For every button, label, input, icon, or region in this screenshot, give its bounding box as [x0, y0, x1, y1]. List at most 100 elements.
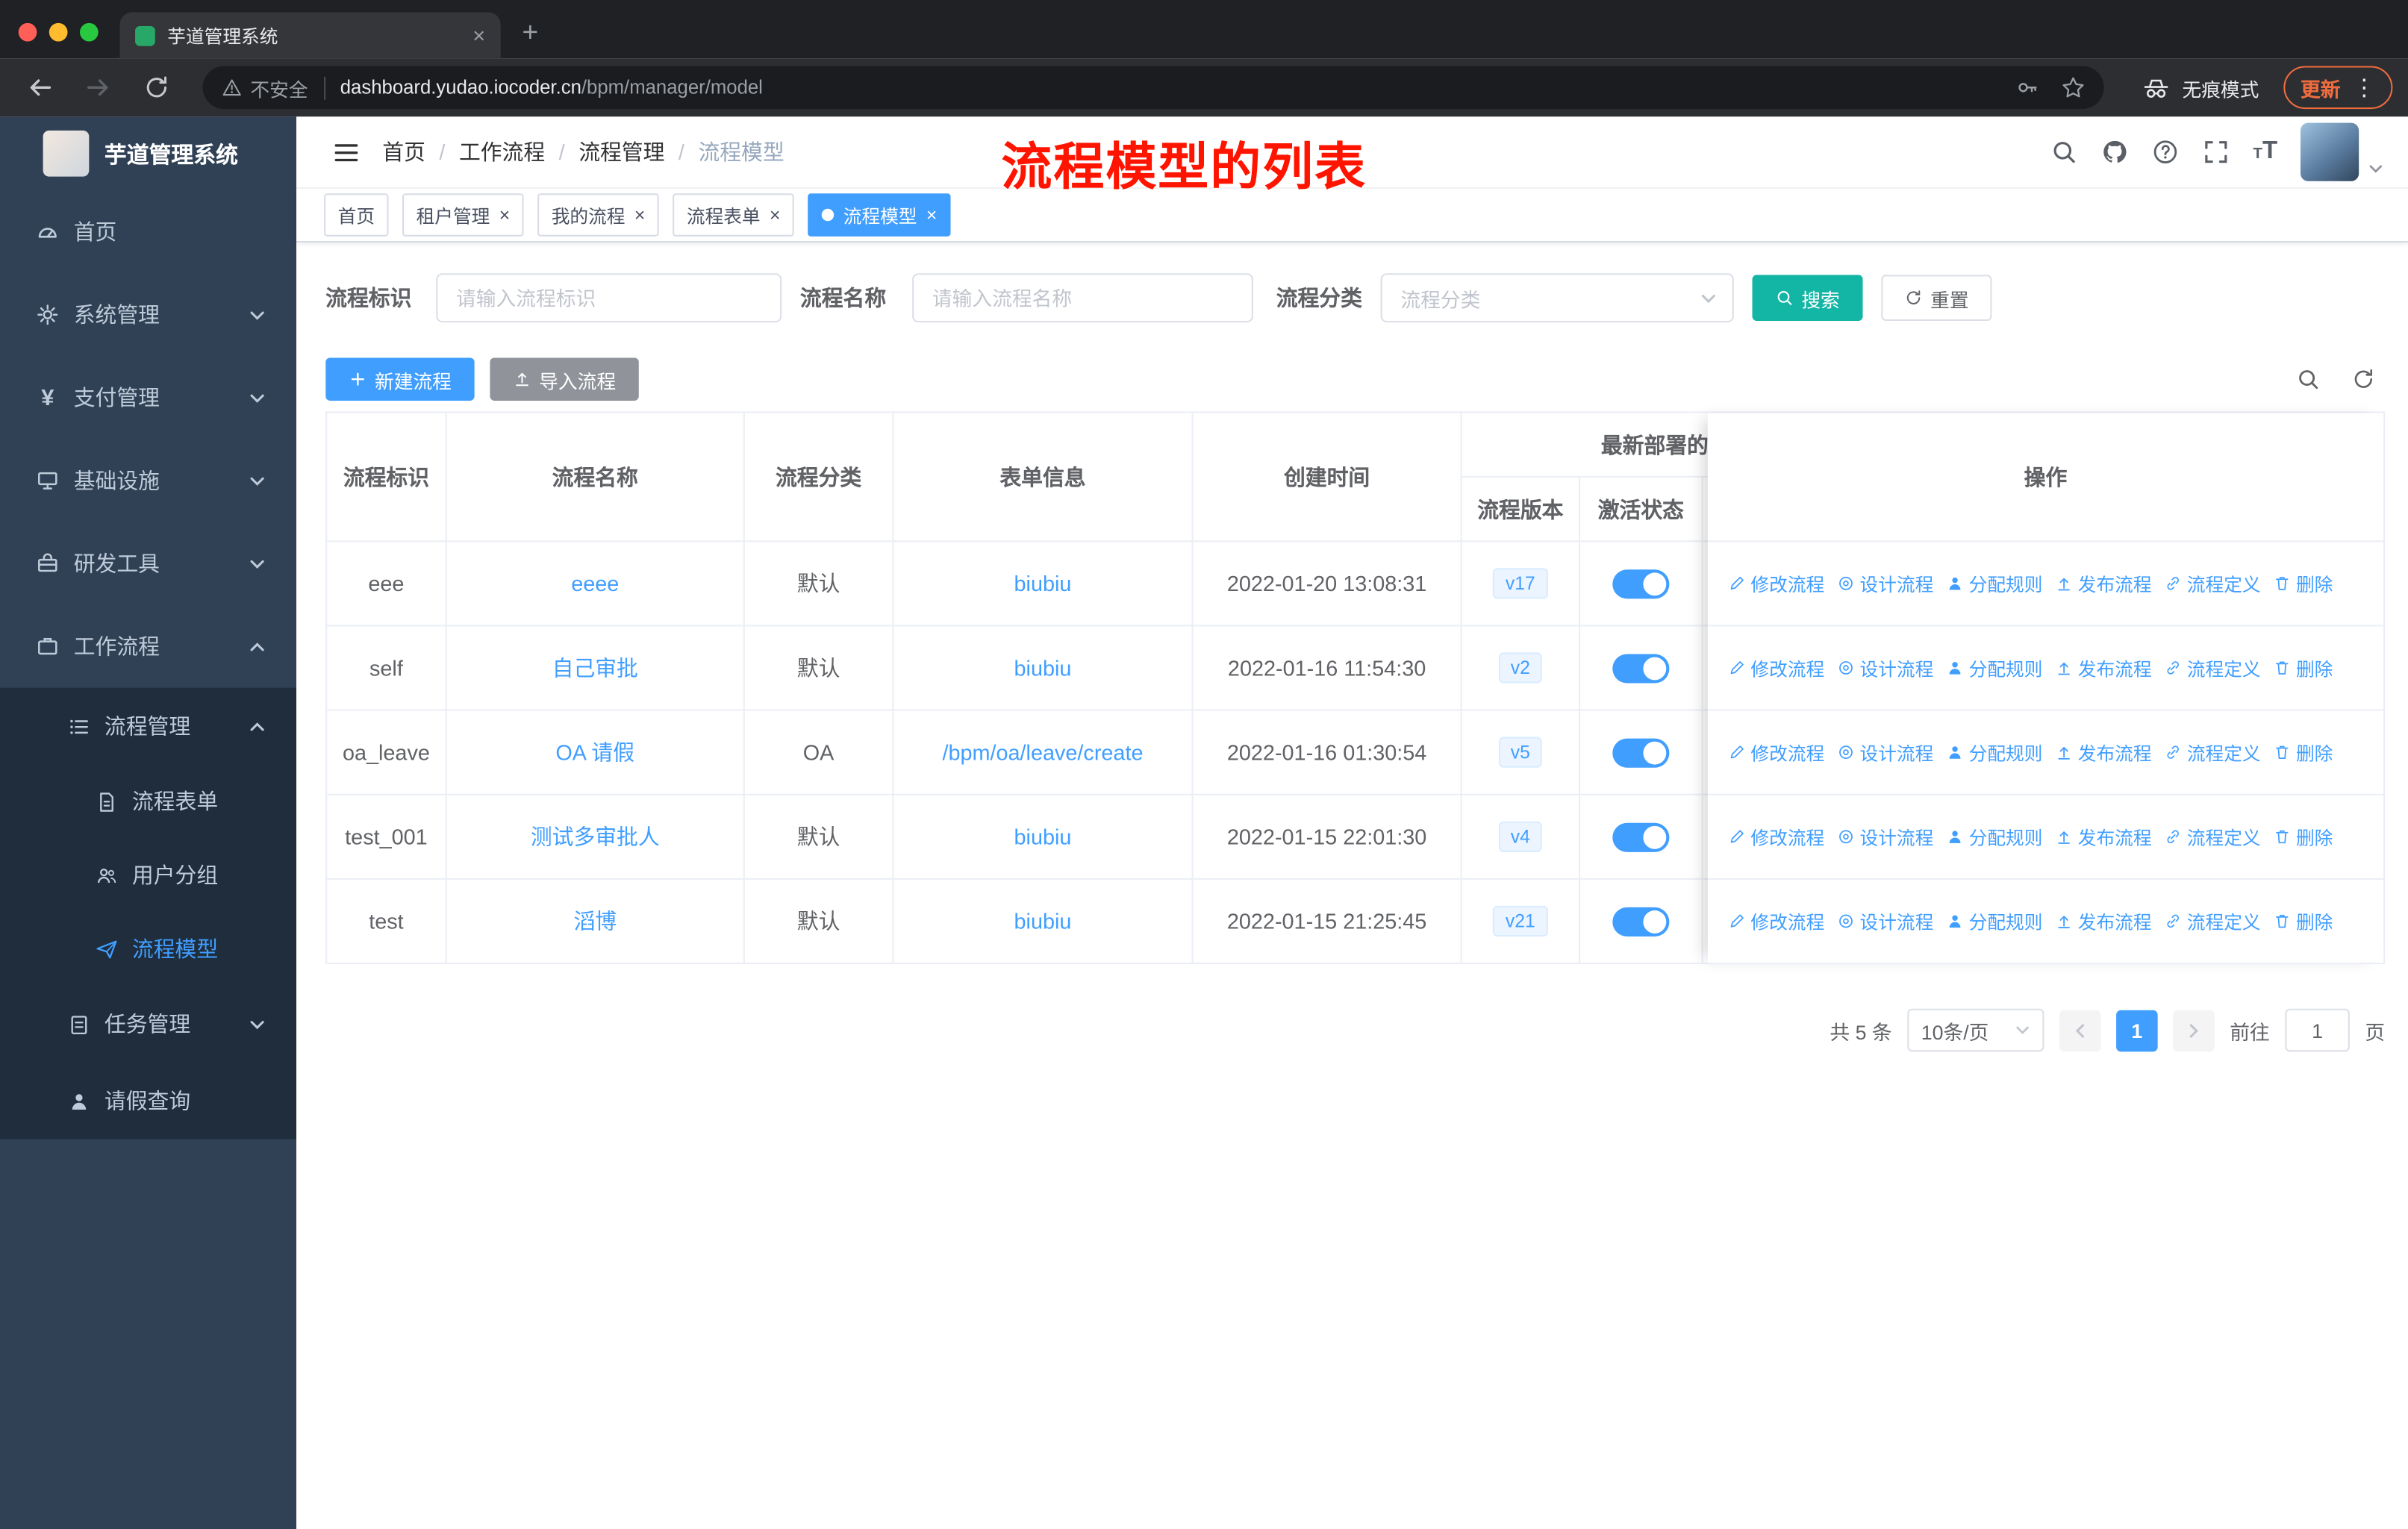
- browser-update-button[interactable]: 更新 ⋮: [2283, 66, 2393, 110]
- action-process-definition[interactable]: 流程定义: [2164, 908, 2261, 934]
- breadcrumb-home[interactable]: 首页: [382, 137, 425, 167]
- action-process-definition[interactable]: 流程定义: [2164, 824, 2261, 850]
- action-design-process[interactable]: 设计流程: [1837, 908, 1933, 934]
- window-zoom-button[interactable]: [79, 22, 99, 42]
- user-avatar[interactable]: [2300, 122, 2359, 181]
- security-indicator[interactable]: 不安全: [221, 73, 308, 102]
- form-info-link[interactable]: /bpm/oa/leave/create: [942, 740, 1143, 765]
- window-minimize-button[interactable]: [49, 22, 68, 42]
- sidebar-item-home[interactable]: 首页: [0, 190, 296, 273]
- refresh-table-icon[interactable]: [2351, 367, 2376, 392]
- sidebar-item-process-mgmt[interactable]: 流程管理: [0, 688, 296, 765]
- action-delete[interactable]: 删除: [2273, 824, 2333, 850]
- tag-process-model[interactable]: 流程模型 ×: [808, 193, 951, 237]
- action-process-definition[interactable]: 流程定义: [2164, 740, 2261, 766]
- filter-name-input[interactable]: [912, 273, 1253, 323]
- action-design-process[interactable]: 设计流程: [1837, 740, 1933, 766]
- process-name-link[interactable]: 测试多审批人: [531, 822, 660, 852]
- sidebar-item-infra[interactable]: 基础设施: [0, 439, 296, 522]
- sidebar-item-process-form[interactable]: 流程表单: [0, 765, 296, 839]
- sidebar-item-process-model[interactable]: 流程模型: [0, 912, 296, 986]
- close-icon[interactable]: ×: [770, 204, 780, 226]
- action-assign-rule[interactable]: 分配规则: [1946, 570, 2042, 596]
- action-edit-process[interactable]: 修改流程: [1728, 740, 1824, 766]
- active-toggle[interactable]: [1612, 569, 1670, 598]
- action-publish-process[interactable]: 发布流程: [2055, 908, 2152, 934]
- reset-button[interactable]: 重置: [1881, 275, 1992, 321]
- process-name-link[interactable]: eeee: [571, 571, 619, 595]
- sidebar-item-system[interactable]: 系统管理: [0, 273, 296, 356]
- action-design-process[interactable]: 设计流程: [1837, 654, 1933, 681]
- action-design-process[interactable]: 设计流程: [1837, 824, 1933, 850]
- bookmark-star-icon[interactable]: [2061, 75, 2086, 100]
- breadcrumb-workflow[interactable]: 工作流程: [459, 137, 545, 167]
- active-toggle[interactable]: [1612, 822, 1670, 851]
- active-toggle[interactable]: [1612, 737, 1670, 767]
- close-icon[interactable]: ×: [634, 204, 645, 226]
- page-size-select[interactable]: 10条/页: [1907, 1008, 2044, 1052]
- sidebar-item-leave-query[interactable]: 请假查询: [0, 1063, 296, 1139]
- toggle-search-icon[interactable]: [2296, 367, 2321, 392]
- active-toggle[interactable]: [1612, 906, 1670, 936]
- sidebar-item-devtools[interactable]: 研发工具: [0, 522, 296, 605]
- window-close-button[interactable]: [18, 22, 37, 42]
- action-assign-rule[interactable]: 分配规则: [1946, 908, 2042, 934]
- new-tab-button[interactable]: +: [523, 17, 539, 49]
- github-icon[interactable]: [2101, 138, 2129, 166]
- action-publish-process[interactable]: 发布流程: [2055, 740, 2152, 766]
- tag-tenant-mgmt[interactable]: 租户管理 ×: [402, 193, 524, 237]
- action-publish-process[interactable]: 发布流程: [2055, 824, 2152, 850]
- action-delete[interactable]: 删除: [2273, 570, 2333, 596]
- action-delete[interactable]: 删除: [2273, 654, 2333, 681]
- active-toggle[interactable]: [1612, 653, 1670, 683]
- sidebar-collapse-icon[interactable]: [331, 137, 361, 166]
- search-icon[interactable]: [2050, 138, 2078, 166]
- address-bar[interactable]: 不安全 dashboard.yudao.iocoder.cn /bpm/mana…: [202, 66, 2104, 110]
- sidebar-item-payment[interactable]: ¥ 支付管理: [0, 356, 296, 439]
- help-icon[interactable]: [2152, 138, 2180, 166]
- action-edit-process[interactable]: 修改流程: [1728, 824, 1824, 850]
- goto-page-input[interactable]: [2285, 1008, 2350, 1052]
- process-name-link[interactable]: 滔博: [573, 906, 617, 937]
- back-icon[interactable]: [26, 74, 54, 101]
- tag-my-process[interactable]: 我的流程 ×: [537, 193, 659, 237]
- action-edit-process[interactable]: 修改流程: [1728, 570, 1824, 596]
- prev-page-button[interactable]: [2059, 1009, 2101, 1051]
- close-icon[interactable]: ×: [926, 204, 937, 226]
- process-name-link[interactable]: 自己审批: [552, 652, 638, 683]
- sidebar-item-task-mgmt[interactable]: 任务管理: [0, 986, 296, 1063]
- action-edit-process[interactable]: 修改流程: [1728, 654, 1824, 681]
- action-publish-process[interactable]: 发布流程: [2055, 654, 2152, 681]
- next-page-button[interactable]: [2173, 1009, 2215, 1051]
- current-page[interactable]: 1: [2116, 1009, 2158, 1051]
- fullscreen-icon[interactable]: [2203, 138, 2230, 166]
- search-button[interactable]: 搜索: [1752, 275, 1863, 321]
- password-key-icon[interactable]: [2015, 75, 2039, 100]
- breadcrumb-process-mgmt[interactable]: 流程管理: [578, 137, 664, 167]
- sidebar-item-user-group[interactable]: 用户分组: [0, 838, 296, 912]
- action-assign-rule[interactable]: 分配规则: [1946, 824, 2042, 850]
- filter-key-input[interactable]: [436, 273, 782, 323]
- action-design-process[interactable]: 设计流程: [1837, 570, 1933, 596]
- create-process-button[interactable]: 新建流程: [325, 357, 475, 401]
- form-info-link[interactable]: biubiu: [1014, 825, 1072, 849]
- tab-close-icon[interactable]: ×: [472, 23, 485, 48]
- process-name-link[interactable]: OA 请假: [555, 737, 634, 768]
- form-info-link[interactable]: biubiu: [1014, 656, 1072, 681]
- action-process-definition[interactable]: 流程定义: [2164, 654, 2261, 681]
- form-info-link[interactable]: biubiu: [1014, 909, 1072, 934]
- action-delete[interactable]: 删除: [2273, 908, 2333, 934]
- form-info-link[interactable]: biubiu: [1014, 571, 1072, 595]
- reload-icon[interactable]: [143, 74, 170, 101]
- action-process-definition[interactable]: 流程定义: [2164, 570, 2261, 596]
- import-process-button[interactable]: 导入流程: [490, 357, 639, 401]
- font-size-icon[interactable]: TT: [2253, 139, 2277, 164]
- forward-icon[interactable]: [84, 74, 112, 101]
- sidebar-item-workflow[interactable]: 工作流程: [0, 605, 296, 688]
- tag-process-form[interactable]: 流程表单 ×: [673, 193, 794, 237]
- tag-home[interactable]: 首页: [324, 193, 389, 237]
- action-delete[interactable]: 删除: [2273, 740, 2333, 766]
- browser-menu-icon[interactable]: ⋮: [2353, 74, 2376, 101]
- action-assign-rule[interactable]: 分配规则: [1946, 740, 2042, 766]
- browser-tab[interactable]: 芋道管理系统 ×: [119, 12, 501, 59]
